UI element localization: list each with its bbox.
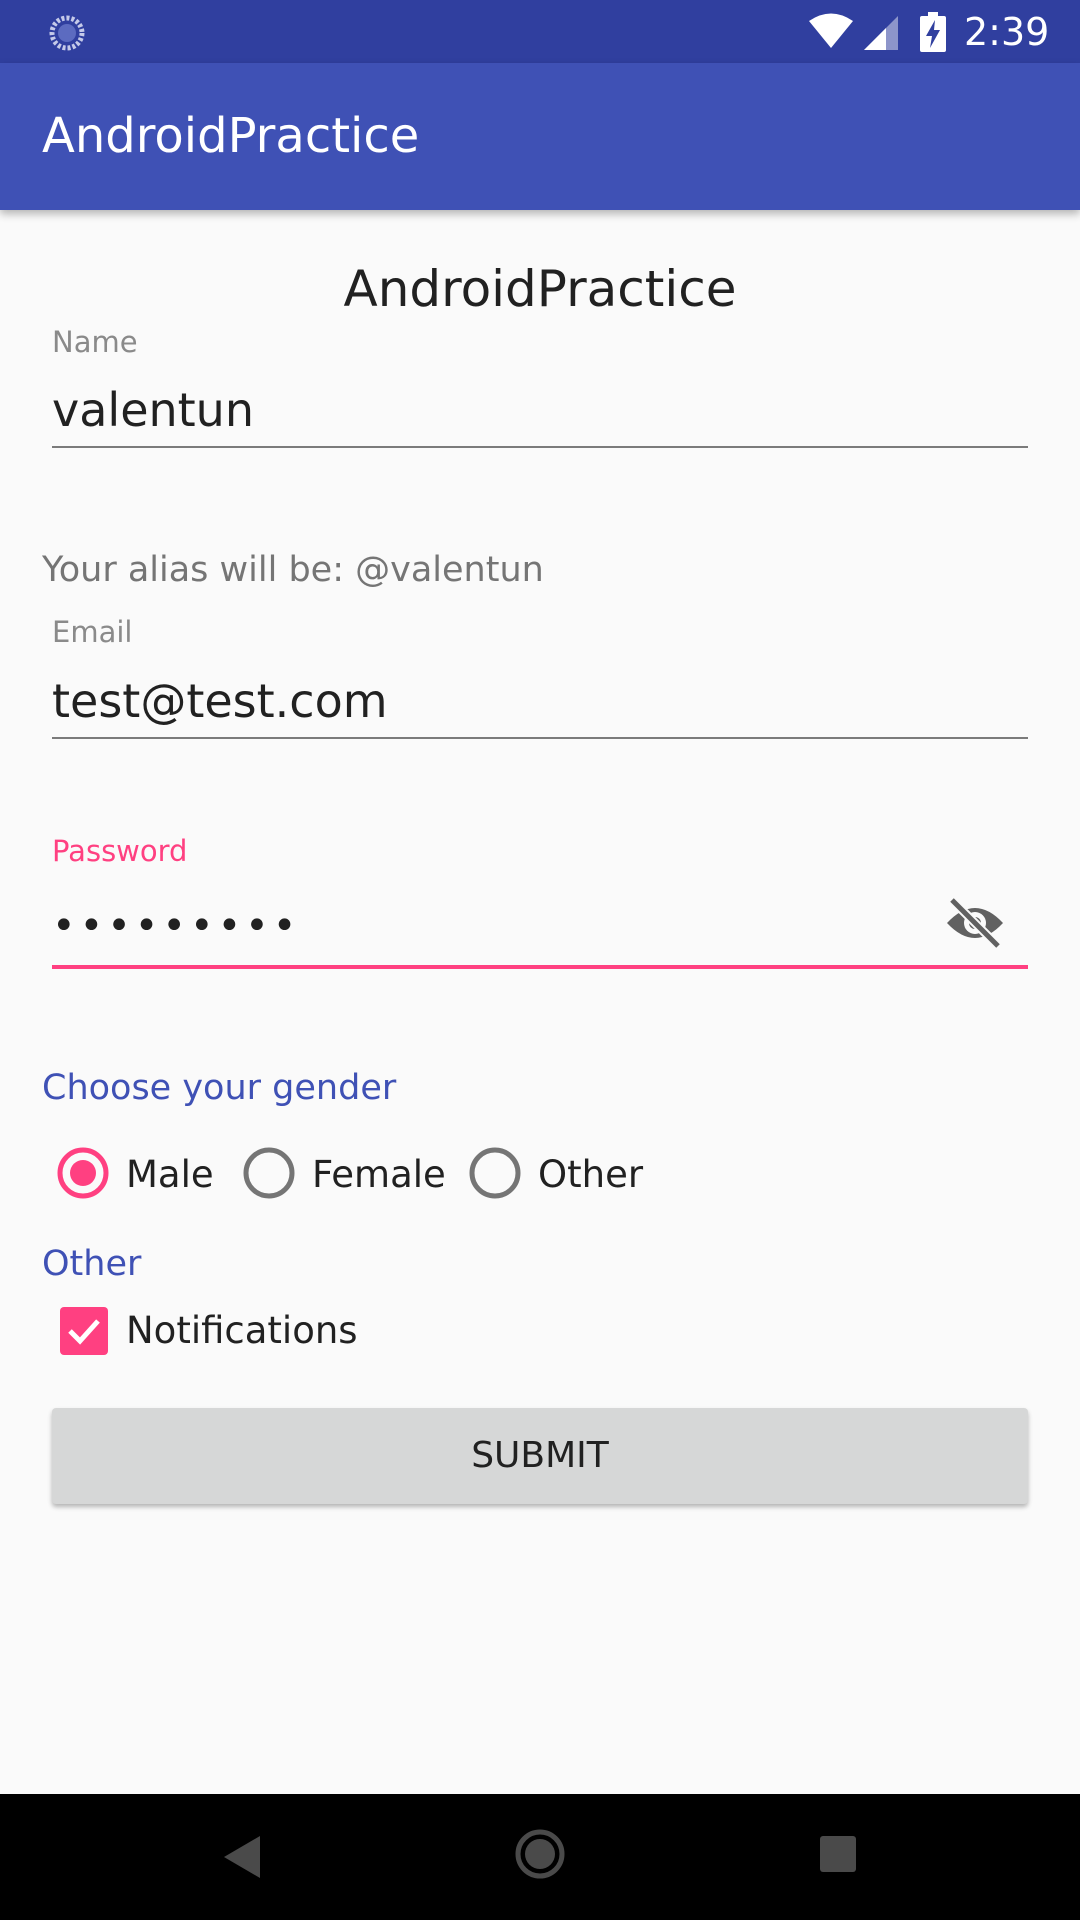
password-underline [52, 965, 1028, 969]
navigation-bar [0, 1794, 1080, 1920]
radio-male[interactable] [56, 1146, 110, 1200]
page-heading: AndroidPractice [343, 260, 737, 318]
notifications-checkbox[interactable] [60, 1307, 108, 1355]
name-input[interactable]: valentun [52, 382, 254, 438]
signal-icon [864, 16, 898, 50]
radio-female[interactable] [242, 1146, 296, 1200]
battery-charging-icon [920, 12, 946, 52]
sync-icon [49, 15, 85, 51]
radio-other[interactable] [468, 1146, 522, 1200]
submit-button[interactable]: SUBMIT [52, 1408, 1028, 1504]
eye-off-icon[interactable] [944, 896, 1006, 950]
home-icon[interactable] [514, 1828, 566, 1880]
recents-icon[interactable] [818, 1834, 858, 1874]
radio-other-label[interactable]: Other [538, 1152, 643, 1198]
gender-section-title: Choose your gender [42, 1068, 397, 1108]
other-section-title: Other [42, 1244, 142, 1284]
name-underline [52, 446, 1028, 448]
email-underline [52, 737, 1028, 739]
email-input[interactable]: test@test.com [52, 673, 388, 729]
back-icon[interactable] [222, 1834, 262, 1880]
password-label: Password [52, 834, 188, 868]
status-bar: 2:39 [0, 0, 1080, 63]
email-label: Email [52, 615, 133, 649]
name-label: Name [52, 325, 138, 359]
app-title: AndroidPractice [42, 108, 420, 164]
notifications-label[interactable]: Notifications [126, 1308, 358, 1354]
password-input[interactable]: ••••••••• [52, 898, 300, 954]
radio-female-label[interactable]: Female [312, 1152, 446, 1198]
radio-male-label[interactable]: Male [126, 1152, 214, 1198]
status-time: 2:39 [964, 10, 1050, 54]
app-bar: AndroidPractice [0, 63, 1080, 210]
wifi-icon [809, 13, 853, 48]
alias-text: Your alias will be: @valentun [42, 550, 544, 590]
